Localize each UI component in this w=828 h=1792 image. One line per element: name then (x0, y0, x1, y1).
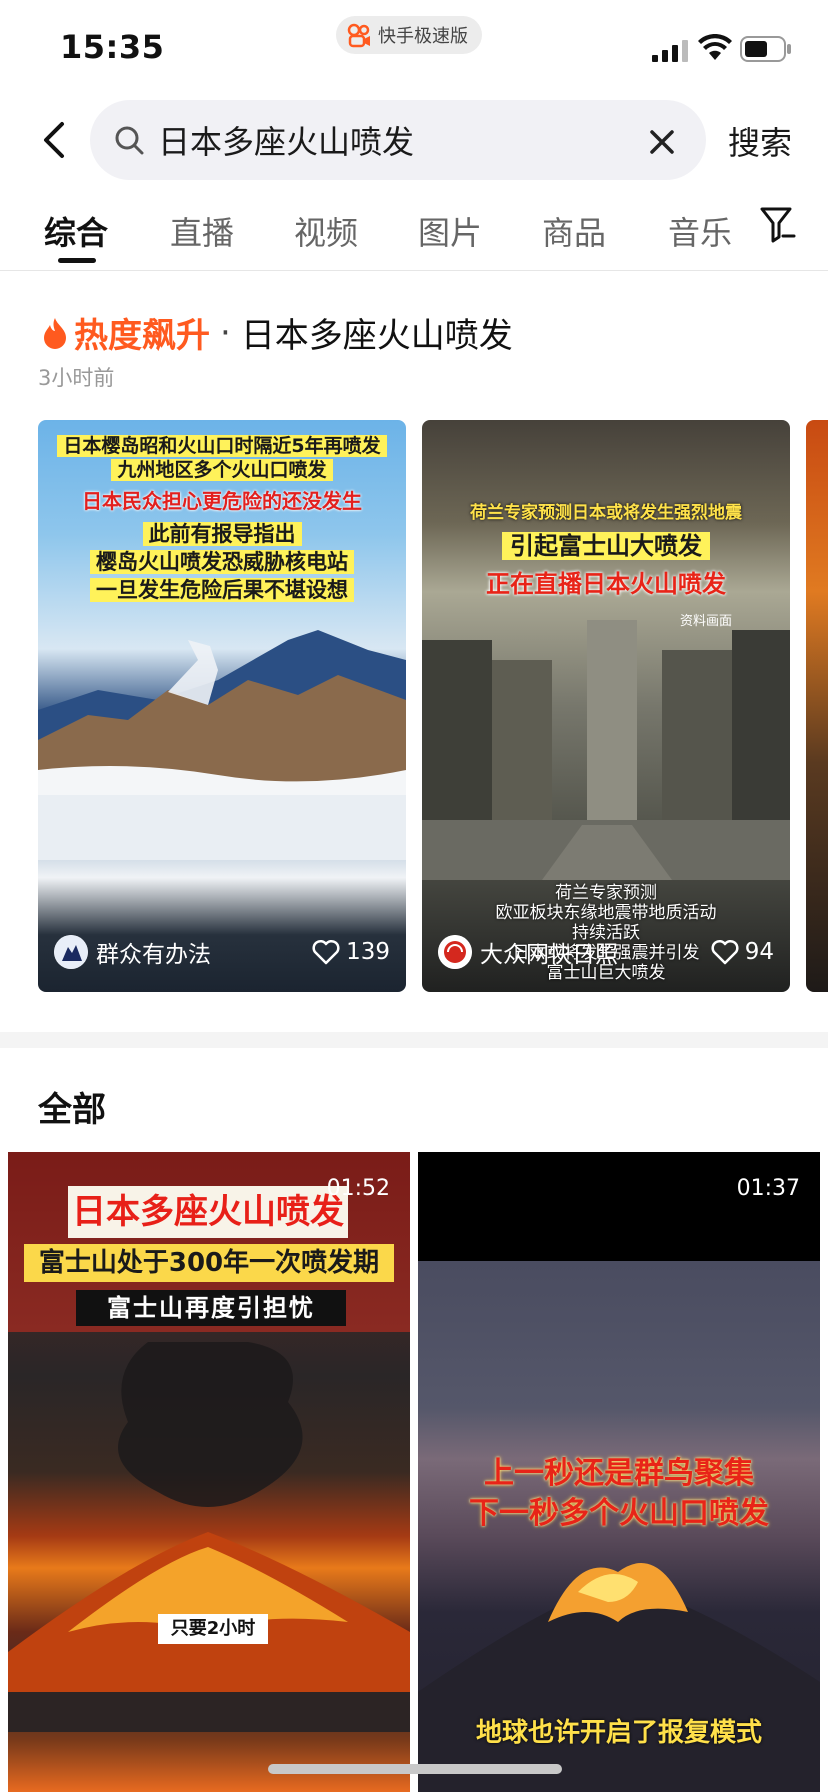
search-tabs: 综合 直播 视频 图片 商品 音乐 (0, 200, 828, 270)
home-indicator[interactable] (268, 1764, 562, 1774)
section-divider (0, 1032, 828, 1048)
card-caption: 此前有报导指出 (38, 520, 406, 548)
card-caption: 引起富士山大喷发 (422, 526, 790, 561)
app-pill-label: 快手极速版 (378, 26, 468, 47)
video-result-card[interactable]: 上一秒还是群鸟聚集 下一秒多个火山口喷发 地球也许开启了报复模式 01:37 (418, 1152, 820, 1792)
card-caption: 樱岛火山喷发恐威胁核电站 (38, 548, 406, 576)
battery-icon (740, 36, 792, 62)
like-count[interactable]: 94 (711, 939, 774, 965)
avatar[interactable] (54, 935, 88, 969)
volcano-landscape-image (38, 630, 406, 860)
tab-comprehensive[interactable]: 综合 (44, 208, 108, 254)
card-author[interactable]: 群众有办法 (96, 935, 312, 969)
hot-topic-title: 日本多座火山喷发 (240, 316, 513, 356)
video-caption: 富士山再度引担忧 (76, 1290, 346, 1326)
video-duration: 01:37 (736, 1176, 800, 1201)
video-caption: 日本多座火山喷发 (68, 1186, 348, 1238)
hot-topic-header[interactable]: 热度飙升 · 日本多座火山喷发 (40, 308, 513, 357)
tab-video[interactable]: 视频 (294, 208, 358, 254)
card-footer: 群众有办法 139 (38, 912, 406, 992)
caption-line: 九州地区多个火山口喷发 (111, 459, 333, 481)
caption-line: 引起富士山大喷发 (502, 532, 710, 560)
active-tab-indicator (58, 258, 96, 263)
status-time: 15:35 (60, 28, 165, 66)
search-submit-button[interactable]: 搜索 (728, 118, 792, 164)
clear-search-button[interactable] (640, 120, 684, 164)
hot-video-card[interactable]: 荷兰专家预测日本或将发生强烈地震 引起富士山大喷发 正在直播日本火山喷发 资料画… (422, 420, 790, 992)
tab-products[interactable]: 商品 (542, 208, 606, 254)
hot-video-card[interactable]: 日本樱岛昭和火山口时隔近5年再喷发 九州地区多个火山口喷发 日本民众担心更危险的… (38, 420, 406, 992)
video-caption: 富士山处于300年一次喷发期 (24, 1244, 394, 1282)
search-icon (115, 126, 144, 155)
flame-icon (40, 316, 70, 350)
kuaishou-logo-icon (346, 22, 372, 48)
back-button[interactable] (34, 110, 74, 170)
hot-separator: · (220, 312, 231, 353)
all-results-title: 全部 (38, 1090, 106, 1130)
chevron-left-icon (44, 122, 64, 158)
wifi-icon (698, 33, 732, 62)
caption-line: 荷兰专家预测日本或将发生强烈地震 (470, 503, 742, 523)
card-caption: 九州地区多个火山口喷发 (38, 458, 406, 482)
caption-line: 日本樱岛昭和火山口时隔近5年再喷发 (57, 435, 387, 457)
hot-video-card[interactable] (806, 420, 828, 992)
card-caption: 日本樱岛昭和火山口时隔近5年再喷发 (38, 434, 406, 458)
hot-time-ago: 3小时前 (38, 366, 115, 390)
cellular-signal-icon (652, 40, 690, 62)
card-author[interactable]: 大众网快日照 (480, 935, 711, 969)
card-footer: 大众网快日照 94 (422, 912, 790, 992)
search-input[interactable]: 日本多座火山喷发 (90, 100, 706, 180)
close-icon (650, 130, 674, 154)
heart-icon (711, 939, 739, 965)
caption-line: 樱岛火山喷发恐威胁核电站 (90, 550, 354, 574)
caption-line: 正在直播日本火山喷发 (486, 570, 726, 598)
video-caption: 下一秒多个火山口喷发 (469, 1496, 769, 1531)
heart-icon (312, 939, 340, 965)
like-count-value: 94 (744, 939, 774, 965)
eruption-image (8, 1342, 410, 1732)
avatar[interactable] (438, 935, 472, 969)
caption-line: 日本民众担心更危险的还没发生 (82, 489, 362, 513)
caption-line: 此前有报导指出 (142, 522, 302, 546)
tab-images[interactable]: 图片 (418, 208, 482, 254)
search-query-text: 日本多座火山喷发 (158, 123, 415, 161)
tab-music[interactable]: 音乐 (668, 208, 732, 254)
app-switch-pill[interactable]: 快手极速版 (336, 16, 482, 54)
video-result-card[interactable]: 日本多座火山喷发 富士山处于300年一次喷发期 富士山再度引担忧 只要2小时 0… (8, 1152, 410, 1792)
hot-label: 热度飙升 (74, 316, 210, 356)
video-duration: 01:52 (326, 1176, 390, 1201)
city-street-image (422, 620, 790, 880)
filter-icon[interactable] (760, 206, 796, 244)
video-caption: 地球也许开启了报复模式 (475, 1718, 762, 1748)
tab-live[interactable]: 直播 (170, 208, 234, 254)
status-bar: 15:35 快手极速版 (0, 0, 828, 96)
video-caption: 上一秒还是群鸟聚集 (484, 1456, 754, 1491)
video-caption: 只要2小时 (158, 1614, 268, 1644)
card-caption: 一旦发生危险后果不堪设想 (38, 576, 406, 604)
like-count-value: 139 (346, 939, 390, 965)
tabs-divider (0, 270, 828, 271)
caption-line: 荷兰专家预测 (555, 883, 657, 903)
like-count[interactable]: 139 (312, 939, 390, 965)
caption-line: 一旦发生危险后果不堪设想 (90, 578, 354, 602)
